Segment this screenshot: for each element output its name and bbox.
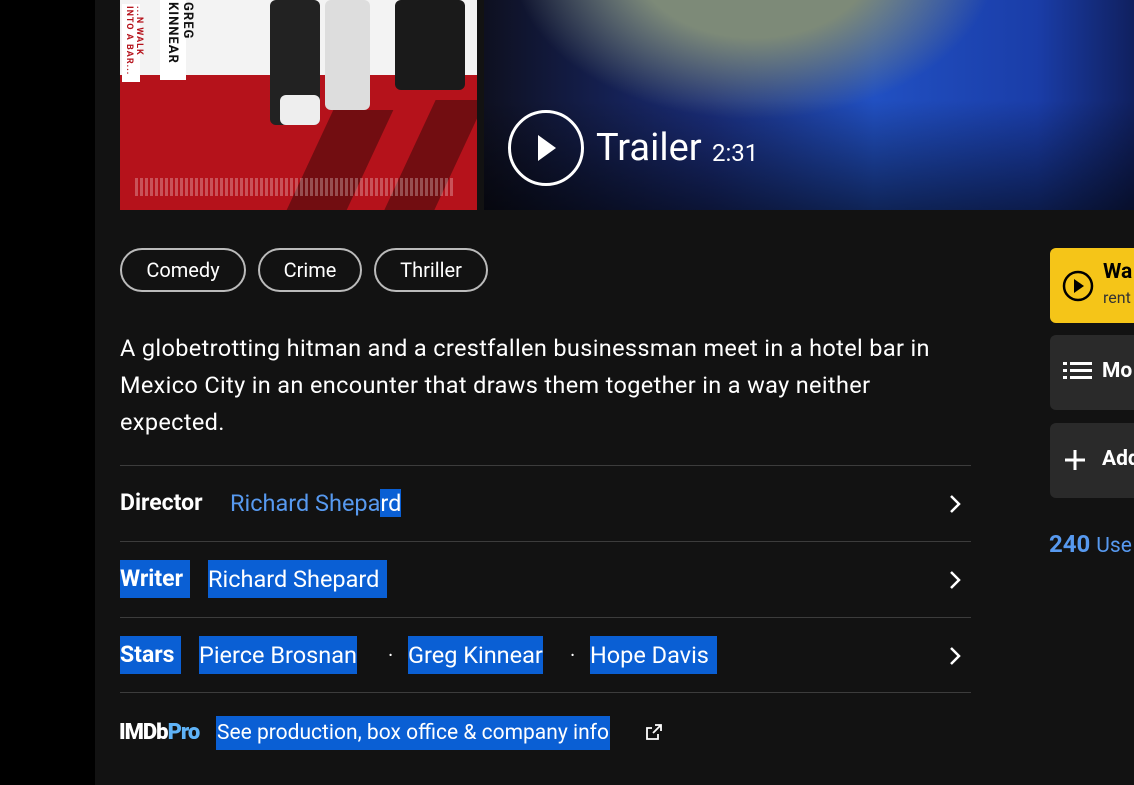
plus-icon xyxy=(1065,450,1085,470)
poster-figure xyxy=(395,0,465,90)
add-to-watchlist-button[interactable]: Add xyxy=(1050,423,1134,498)
writer-name[interactable]: Richard Shepard xyxy=(208,560,388,598)
add-label: Add xyxy=(1102,447,1134,471)
poster-tagline: ...N WALK INTO A BAR... xyxy=(122,4,144,82)
stars-label: Stars xyxy=(120,636,181,674)
user-review-count: 240 xyxy=(1049,530,1091,558)
poster-shoe xyxy=(280,95,320,125)
divider xyxy=(120,541,971,542)
separator-dot: · xyxy=(570,643,576,667)
watch-subtitle: rent xyxy=(1103,288,1131,307)
user-reviews-link[interactable]: 240 Use xyxy=(1049,530,1132,558)
credit-row-stars[interactable]: Stars Pierce Brosnan · Greg Kinnear · Ho… xyxy=(120,636,971,676)
watch-title: Wa xyxy=(1103,260,1133,284)
writer-label: Writer xyxy=(120,560,191,598)
credit-row-director[interactable]: Director Richard Shepard xyxy=(120,484,971,524)
trailer-label[interactable]: Trailer xyxy=(596,126,702,170)
trailer-duration: 2:31 xyxy=(712,139,759,167)
genre-chip-comedy[interactable]: Comedy xyxy=(120,248,246,292)
star-name[interactable]: Hope Davis xyxy=(590,636,717,674)
user-review-label: Use xyxy=(1096,534,1132,558)
divider xyxy=(120,465,971,466)
more-watch-options-button[interactable]: Mo xyxy=(1050,335,1134,410)
divider xyxy=(120,692,971,693)
separator-dot: · xyxy=(388,643,394,667)
credit-row-writer[interactable]: Writer Richard Shepard xyxy=(120,560,971,600)
title-page: ...N WALK INTO A BAR... GREG KINNEAR Tra… xyxy=(95,0,1134,785)
play-icon[interactable] xyxy=(508,110,584,186)
external-link-icon xyxy=(646,724,662,740)
more-label: Mo xyxy=(1102,359,1133,383)
star-name[interactable]: Greg Kinnear xyxy=(408,636,543,674)
chevron-right-icon[interactable] xyxy=(949,570,961,590)
star-name[interactable]: Pierce Brosnan xyxy=(199,636,357,674)
chevron-right-icon[interactable] xyxy=(949,646,961,666)
divider xyxy=(120,617,971,618)
imdbpro-link[interactable]: See production, box office & company inf… xyxy=(216,716,610,750)
list-icon xyxy=(1063,362,1092,379)
director-name[interactable]: Richard Shepard xyxy=(230,484,402,522)
plot-summary: A globetrotting hitman and a crestfallen… xyxy=(120,334,930,436)
poster-credits xyxy=(135,178,455,196)
chevron-right-icon[interactable] xyxy=(949,494,961,514)
imdbpro-logo[interactable]: IMDbPro xyxy=(119,720,200,745)
director-label: Director xyxy=(120,489,203,516)
poster-actor-name: GREG KINNEAR xyxy=(160,0,195,80)
movie-poster[interactable]: ...N WALK INTO A BAR... GREG KINNEAR xyxy=(120,0,477,210)
trailer-video[interactable]: Trailer 2:31 xyxy=(484,0,1134,210)
poster-figure xyxy=(325,0,370,110)
genre-chip-crime[interactable]: Crime xyxy=(258,248,362,292)
play-circle-icon xyxy=(1062,270,1094,302)
genre-chip-thriller[interactable]: Thriller xyxy=(374,248,488,292)
watch-options-button[interactable]: Wa rent xyxy=(1050,248,1134,323)
